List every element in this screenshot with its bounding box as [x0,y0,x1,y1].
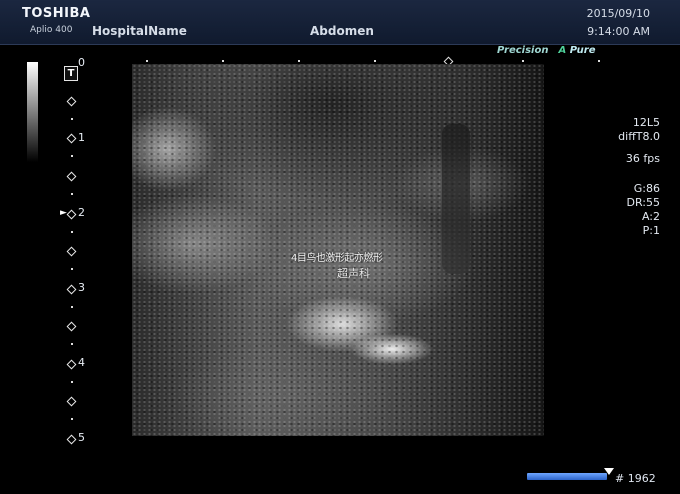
gain-label: G:86 [633,182,660,195]
depth-label-4: 4 [78,356,85,369]
depth-label-0: 0 [78,56,85,69]
exam-time: 9:14:00 AM [587,25,650,38]
hospital-name: HospitalName [92,24,187,38]
depth-tick [71,268,73,270]
ruler-dot [222,60,224,62]
depth-label-1: 1 [78,131,85,144]
brand-logo: TOSHIBA [22,6,91,21]
depth-label-5: 5 [78,431,85,444]
a-param-label: A:2 [641,210,660,223]
depth-label-3: 3 [78,281,85,294]
ruler-dot [598,60,600,62]
depth-label-2: 2 [78,206,85,219]
tgc-icon: T [64,66,78,81]
exam-date: 2015/09/10 [586,7,650,20]
depth-tick [66,359,77,370]
cine-progress-bar[interactable] [527,473,607,480]
header-bar: TOSHIBA Aplio 400 HospitalName Abdomen 2… [0,0,680,45]
depth-tick [66,284,77,295]
depth-tick [71,155,73,157]
depth-tick [66,434,77,445]
exam-region: Abdomen [310,24,374,38]
depth-tick [66,246,77,257]
depth-tick [71,118,73,120]
preset-label: diffT8.0 [618,130,660,143]
ruler-dot [146,60,148,62]
model-name: Aplio 400 [30,25,73,35]
p-param-label: P:1 [642,224,660,237]
focus-marker-icon[interactable]: ► [60,208,67,218]
department-annotation: 超声科 [337,267,370,280]
mode-label: Precision A Pure [497,45,596,56]
depth-tick [66,321,77,332]
ruler-dot [374,60,376,62]
dynamic-range-label: DR:55 [626,196,660,209]
parameter-panel: 12L5 diffT8.0 36 fps G:86 DR:55 A:2 P:1 [618,116,660,238]
depth-tick [71,231,73,233]
depth-tick [71,381,73,383]
grayscale-bar [27,62,38,162]
a-label: A [558,45,567,56]
cine-marker-icon[interactable] [604,468,614,475]
depth-tick [71,306,73,308]
depth-tick [66,396,77,407]
depth-tick [66,133,77,144]
image-annotation-text: 4目鸟也激形起亦燃形 [291,253,383,264]
fps-label: 36 fps [625,152,660,165]
depth-tick [71,193,73,195]
depth-tick [66,171,77,182]
ruler-dot [298,60,300,62]
ruler-dot [522,60,524,62]
depth-tick [71,343,73,345]
pure-label: Pure [569,45,596,56]
depth-tick [71,418,73,420]
depth-tick [66,96,77,107]
precision-label: Precision [497,45,549,56]
frame-counter: # 1962 [615,472,656,485]
hypoechoic-structure [442,124,470,274]
probe-label: 12L5 [632,116,660,129]
depth-tick [66,209,77,220]
